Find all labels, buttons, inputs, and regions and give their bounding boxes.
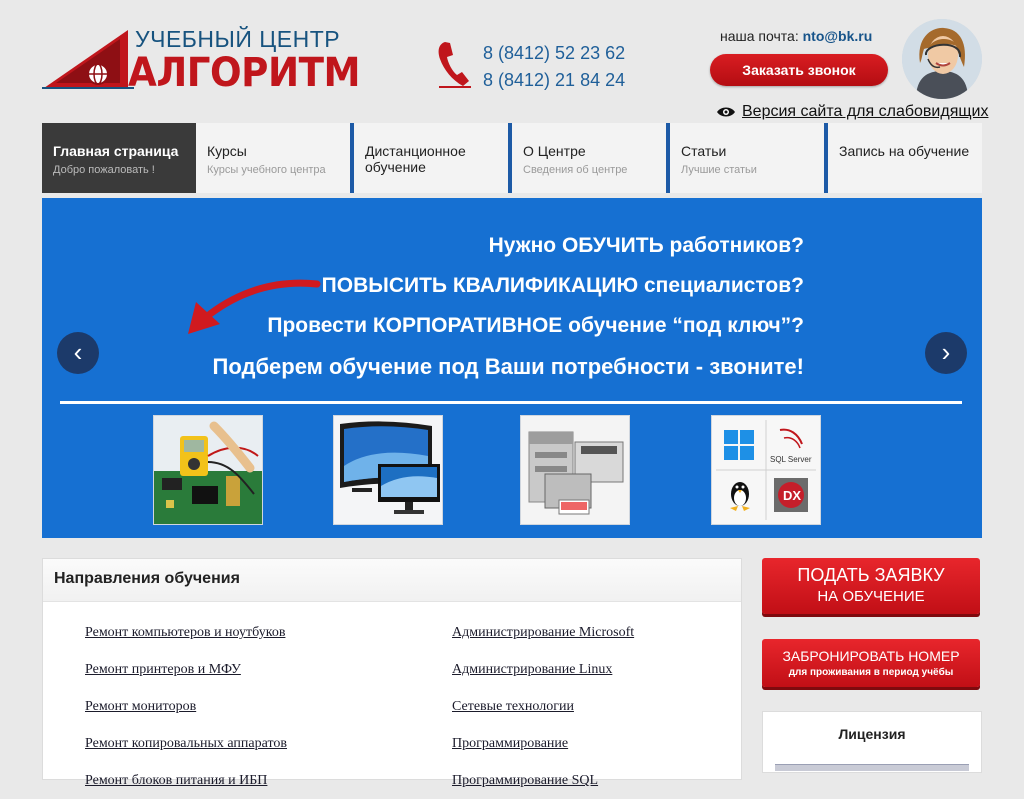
main-nav: Главная страница Добро пожаловать ! Курс… — [42, 123, 982, 193]
low-vision-link-text[interactable]: Версия сайта для слабовидящих — [742, 103, 988, 120]
nav-item-distance[interactable]: Дистанционное обучение — [350, 123, 508, 193]
apply-button-line1: ПОДАТЬ ЗАЯВКУ — [797, 565, 945, 585]
banner-text: Нужно ОБУЧИТЬ работников? ПОВЫСИТЬ КВАЛИ… — [213, 226, 804, 387]
chevron-right-icon: › — [941, 337, 951, 367]
nav-title: Курсы — [207, 143, 247, 159]
software-logos-icon: SQL Server DX — [712, 416, 820, 524]
dx-label: DX — [783, 488, 801, 503]
chevron-left-icon: ‹ — [73, 337, 83, 367]
thumb-printers[interactable] — [520, 415, 630, 525]
low-vision-version-link[interactable]: Версия сайта для слабовидящих — [716, 103, 988, 121]
nav-subtitle: Лучшие статьи — [681, 164, 757, 176]
phone-number-1[interactable]: 8 (8412) 52 23 62 — [483, 40, 625, 67]
nav-subtitle: Добро пожаловать ! — [53, 164, 155, 176]
direction-link[interactable]: Администрирование Linux — [452, 651, 634, 688]
order-call-button[interactable]: Заказать звонок — [710, 54, 888, 86]
nav-title: Главная страница — [53, 143, 179, 159]
direction-link[interactable]: Ремонт копировальных аппаратов — [85, 725, 287, 762]
directions-column-2: Администрирование Microsoft Администриро… — [452, 614, 634, 799]
nav-item-about[interactable]: О Центре Сведения об центре — [508, 123, 666, 193]
book-button-line1: ЗАБРОНИРОВАТЬ НОМЕР — [782, 648, 960, 664]
direction-link[interactable]: Ремонт мониторов — [85, 688, 287, 725]
apply-button-line2: НА ОБУЧЕНИЕ — [817, 588, 925, 605]
mail-address[interactable]: nto@bk.ru — [803, 28, 873, 44]
nav-title: Запись на обучение — [839, 143, 970, 159]
nav-item-articles[interactable]: Статьи Лучшие статьи — [666, 123, 824, 193]
nav-item-home[interactable]: Главная страница Добро пожаловать ! — [42, 123, 196, 193]
circuit-board-icon — [154, 416, 262, 524]
phone-number-2[interactable]: 8 (8412) 21 84 24 — [483, 67, 625, 94]
direction-link[interactable]: Администрирование Microsoft — [452, 614, 634, 651]
nav-item-courses[interactable]: Курсы Курсы учебного центра — [196, 123, 350, 193]
sql-server-label: SQL Server — [770, 455, 812, 464]
apply-for-training-button[interactable]: ПОДАТЬ ЗАЯВКУ НА ОБУЧЕНИЕ — [762, 558, 980, 614]
mail-label: наша почта: — [720, 28, 799, 44]
logo-title: АЛГОРИТМ — [128, 50, 361, 96]
printer-icon — [521, 416, 629, 524]
logo-subtitle: УЧЕБНЫЙ ЦЕНТР — [135, 26, 341, 52]
book-button-line2: для проживания в период учёбы — [788, 667, 954, 678]
direction-link[interactable]: Ремонт принтеров и МФУ — [85, 651, 287, 688]
logo-triangle-icon — [42, 30, 134, 89]
direction-link[interactable]: Ремонт компьютеров и ноутбуков — [85, 614, 287, 651]
nav-item-enroll[interactable]: Запись на обучение — [824, 123, 982, 193]
directions-column-1: Ремонт компьютеров и ноутбуков Ремонт пр… — [85, 614, 287, 799]
banner-line-3: Провести КОРПОРАТИВНОЕ обучение “под клю… — [267, 314, 804, 337]
monitor-icon — [334, 416, 442, 524]
nav-title: Дистанционное обучение — [365, 143, 466, 175]
site-logo[interactable]: УЧЕБНЫЙ ЦЕНТР АЛГОРИТМ — [42, 26, 361, 96]
thumb-software[interactable]: SQL Server DX — [711, 415, 821, 525]
eye-icon — [717, 107, 735, 117]
slider-next-button[interactable]: › — [925, 332, 967, 374]
direction-link[interactable]: Сетевые технологии — [452, 688, 634, 725]
slider-prev-button[interactable]: ‹ — [57, 332, 99, 374]
nav-title: Статьи — [681, 143, 727, 159]
nav-subtitle: Курсы учебного центра — [207, 164, 326, 176]
thumb-electronics-repair[interactable] — [153, 415, 263, 525]
nav-title: О Центре — [523, 143, 586, 159]
direction-link[interactable]: Программирование — [452, 725, 634, 762]
banner-line-2: ПОВЫСИТЬ КВАЛИФИКАЦИЮ специалистов? — [321, 274, 804, 297]
mail-info: наша почта: nto@bk.ru — [720, 28, 872, 44]
nav-subtitle: Сведения об центре — [523, 164, 628, 176]
banner-line-1: Нужно ОБУЧИТЬ работников? — [488, 234, 804, 257]
phone-numbers: 8 (8412) 52 23 62 8 (8412) 21 84 24 — [483, 40, 625, 94]
training-directions-panel: Направления обучения Ремонт компьютеров … — [42, 558, 742, 788]
banner-divider — [60, 401, 962, 404]
book-room-button[interactable]: ЗАБРОНИРОВАТЬ НОМЕР для проживания в пер… — [762, 639, 980, 687]
phone-icon — [438, 42, 471, 88]
operator-avatar — [902, 19, 982, 99]
banner-line-4: Подберем обучение под Ваши потребности -… — [212, 354, 804, 379]
hero-slider: Нужно ОБУЧИТЬ работников? ПОВЫСИТЬ КВАЛИ… — [42, 198, 982, 538]
operator-photo-icon — [902, 19, 982, 99]
license-block[interactable]: Лицензия — [762, 711, 982, 773]
thumb-monitors[interactable] — [333, 415, 443, 525]
license-title: Лицензия — [838, 726, 906, 742]
panel-title: Направления обучения — [43, 559, 741, 602]
